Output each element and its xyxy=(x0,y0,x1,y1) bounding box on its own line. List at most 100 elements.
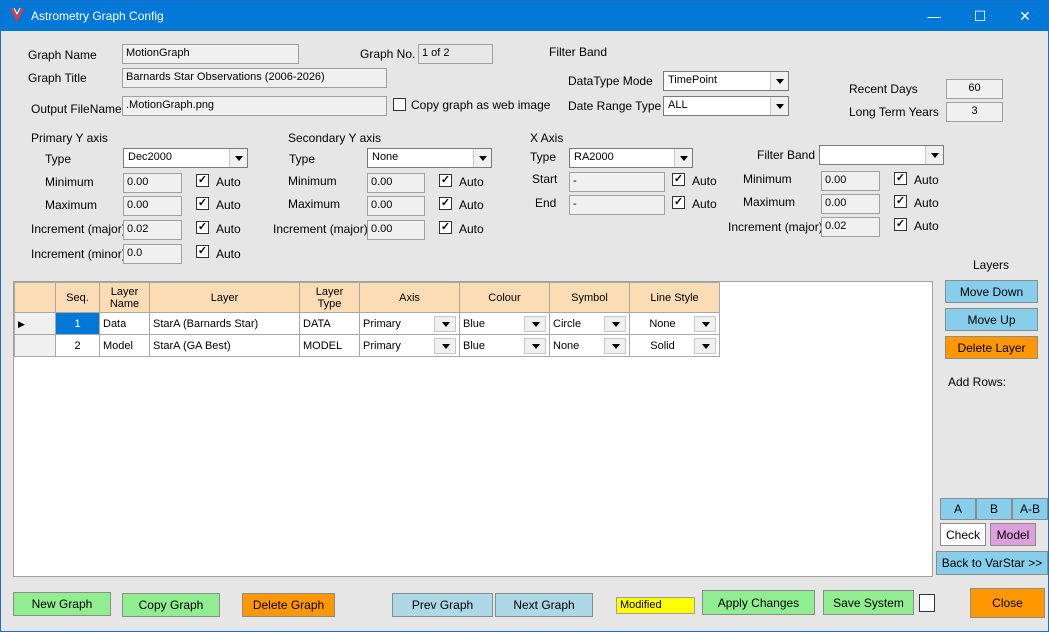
chevron-down-icon[interactable] xyxy=(524,315,546,332)
row-pointer-icon: ▶ xyxy=(18,318,25,329)
chevron-down-icon[interactable] xyxy=(925,146,943,164)
chevron-down-icon[interactable] xyxy=(604,315,626,332)
x-axis-start-auto-checkbox[interactable]: ✓ xyxy=(672,173,685,186)
cell-axis[interactable]: Primary xyxy=(359,312,460,335)
cell-line-style[interactable]: None xyxy=(629,312,720,335)
add-row-a-button[interactable]: A xyxy=(940,498,976,520)
primary-y-incmaj-field[interactable]: 0.02 xyxy=(123,220,182,240)
close-button[interactable]: Close xyxy=(970,588,1045,618)
secondary-y-max-field[interactable]: 0.00 xyxy=(367,196,425,216)
secondary-y-max-auto-checkbox[interactable]: ✓ xyxy=(439,197,452,210)
long-term-field[interactable]: 3 xyxy=(946,102,1003,122)
delete-layer-button[interactable]: Delete Layer xyxy=(945,336,1038,359)
secondary-y-type-select[interactable]: None xyxy=(367,148,492,168)
filter-incmaj-field[interactable]: 0.02 xyxy=(821,217,880,237)
copy-graph-button[interactable]: Copy Graph xyxy=(122,593,220,617)
cell-type[interactable]: MODEL xyxy=(299,334,360,357)
table-row[interactable]: 2 Model StarA (GA Best) MODEL Primary Bl… xyxy=(14,334,720,357)
save-system-checkbox[interactable] xyxy=(919,594,935,612)
datatype-select[interactable]: TimePoint xyxy=(663,71,789,91)
recent-days-field[interactable]: 60 xyxy=(946,79,1003,99)
copy-web-checkbox[interactable] xyxy=(393,98,406,111)
cell-type[interactable]: DATA xyxy=(299,312,360,335)
graph-name-field[interactable]: MotionGraph xyxy=(122,44,299,64)
add-row-b-button[interactable]: B xyxy=(976,498,1012,520)
close-window-button[interactable]: ✕ xyxy=(1002,1,1048,31)
x-axis-start-field[interactable]: - xyxy=(569,172,665,192)
primary-y-min-field[interactable]: 0.00 xyxy=(123,173,182,193)
graph-title-field[interactable]: Barnards Star Observations (2006-2026) xyxy=(122,68,387,88)
cell-seq[interactable]: 2 xyxy=(55,334,100,357)
secondary-y-type-label: Type xyxy=(289,152,316,166)
primary-y-incmaj-label: Increment (major) xyxy=(31,222,126,236)
cell-layer[interactable]: StarA (GA Best) xyxy=(149,334,300,357)
x-axis-end-field[interactable]: - xyxy=(569,195,665,215)
cell-colour[interactable]: Blue xyxy=(459,312,550,335)
table-row[interactable]: ▶ 1 Data StarA (Barnards Star) DATA Prim… xyxy=(14,312,720,335)
chevron-down-icon[interactable] xyxy=(229,149,247,167)
layers-grid: Seq. Layer Name Layer Layer Type Axis Colo… xyxy=(13,281,933,577)
primary-y-max-field[interactable]: 0.00 xyxy=(123,196,182,216)
line-style-value: None xyxy=(649,317,676,330)
chevron-down-icon[interactable] xyxy=(674,149,692,167)
chevron-down-icon[interactable] xyxy=(694,315,716,332)
chevron-down-icon[interactable] xyxy=(434,315,456,332)
save-system-button[interactable]: Save System xyxy=(823,590,914,615)
col-layer-name: Layer Name xyxy=(99,282,150,313)
cell-seq[interactable]: 1 xyxy=(55,312,100,335)
next-graph-button[interactable]: Next Graph xyxy=(495,593,593,617)
maximize-button[interactable]: ☐ xyxy=(957,1,1003,31)
output-filename-field[interactable]: .MotionGraph.png xyxy=(122,96,387,116)
x-axis-end-auto-checkbox[interactable]: ✓ xyxy=(672,196,685,209)
check-button[interactable]: Check xyxy=(940,523,986,546)
x-axis-type-select[interactable]: RA2000 xyxy=(569,148,693,168)
secondary-y-incmaj-auto-checkbox[interactable]: ✓ xyxy=(439,221,452,234)
primary-y-max-auto-checkbox[interactable]: ✓ xyxy=(196,197,209,210)
graph-title-label: Graph Title xyxy=(28,71,87,85)
chevron-down-icon[interactable] xyxy=(694,337,716,354)
row-selector[interactable] xyxy=(14,334,56,357)
primary-y-type-value: Dec2000 xyxy=(128,151,173,163)
new-graph-button[interactable]: New Graph xyxy=(13,592,111,616)
filter-max-field[interactable]: 0.00 xyxy=(821,194,880,214)
cell-symbol[interactable]: None xyxy=(549,334,630,357)
move-up-button[interactable]: Move Up xyxy=(945,308,1038,331)
filter-min-auto-checkbox[interactable]: ✓ xyxy=(894,172,907,185)
daterange-select[interactable]: ALL xyxy=(663,96,789,116)
cell-colour[interactable]: Blue xyxy=(459,334,550,357)
move-down-button[interactable]: Move Down xyxy=(945,280,1038,303)
cell-axis[interactable]: Primary xyxy=(359,334,460,357)
filter-band-select[interactable] xyxy=(819,145,944,165)
primary-y-incmin-field[interactable]: 0.0 xyxy=(123,244,182,264)
filter-max-auto-checkbox[interactable]: ✓ xyxy=(894,195,907,208)
prev-graph-button[interactable]: Prev Graph xyxy=(392,593,493,617)
primary-y-min-auto-checkbox[interactable]: ✓ xyxy=(196,174,209,187)
secondary-y-min-field[interactable]: 0.00 xyxy=(367,173,425,193)
primary-y-type-select[interactable]: Dec2000 xyxy=(123,148,248,168)
cell-layer[interactable]: StarA (Barnards Star) xyxy=(149,312,300,335)
cell-line-style[interactable]: Solid xyxy=(629,334,720,357)
filter-incmaj-auto-checkbox[interactable]: ✓ xyxy=(894,218,907,231)
secondary-y-header: Secondary Y axis xyxy=(288,131,381,145)
cell-name[interactable]: Model xyxy=(99,334,150,357)
chevron-down-icon[interactable] xyxy=(524,337,546,354)
secondary-y-incmaj-field[interactable]: 0.00 xyxy=(367,220,425,240)
delete-graph-button[interactable]: Delete Graph xyxy=(242,593,335,617)
chevron-down-icon[interactable] xyxy=(604,337,626,354)
add-row-ab-button[interactable]: A-B xyxy=(1012,498,1048,520)
model-button[interactable]: Model xyxy=(990,523,1036,546)
chevron-down-icon[interactable] xyxy=(434,337,456,354)
primary-y-incmin-auto-checkbox[interactable]: ✓ xyxy=(196,245,209,258)
primary-y-incmaj-auto-checkbox[interactable]: ✓ xyxy=(196,221,209,234)
minimize-button[interactable]: — xyxy=(911,1,957,31)
cell-symbol[interactable]: Circle xyxy=(549,312,630,335)
secondary-y-min-auto-checkbox[interactable]: ✓ xyxy=(439,174,452,187)
back-to-varstar-button[interactable]: Back to VarStar >> xyxy=(936,551,1048,575)
filter-min-field[interactable]: 0.00 xyxy=(821,171,880,191)
cell-name[interactable]: Data xyxy=(99,312,150,335)
chevron-down-icon[interactable] xyxy=(770,97,788,115)
row-selector[interactable]: ▶ xyxy=(14,312,56,335)
apply-changes-button[interactable]: Apply Changes xyxy=(702,590,815,615)
chevron-down-icon[interactable] xyxy=(473,149,491,167)
chevron-down-icon[interactable] xyxy=(770,72,788,90)
